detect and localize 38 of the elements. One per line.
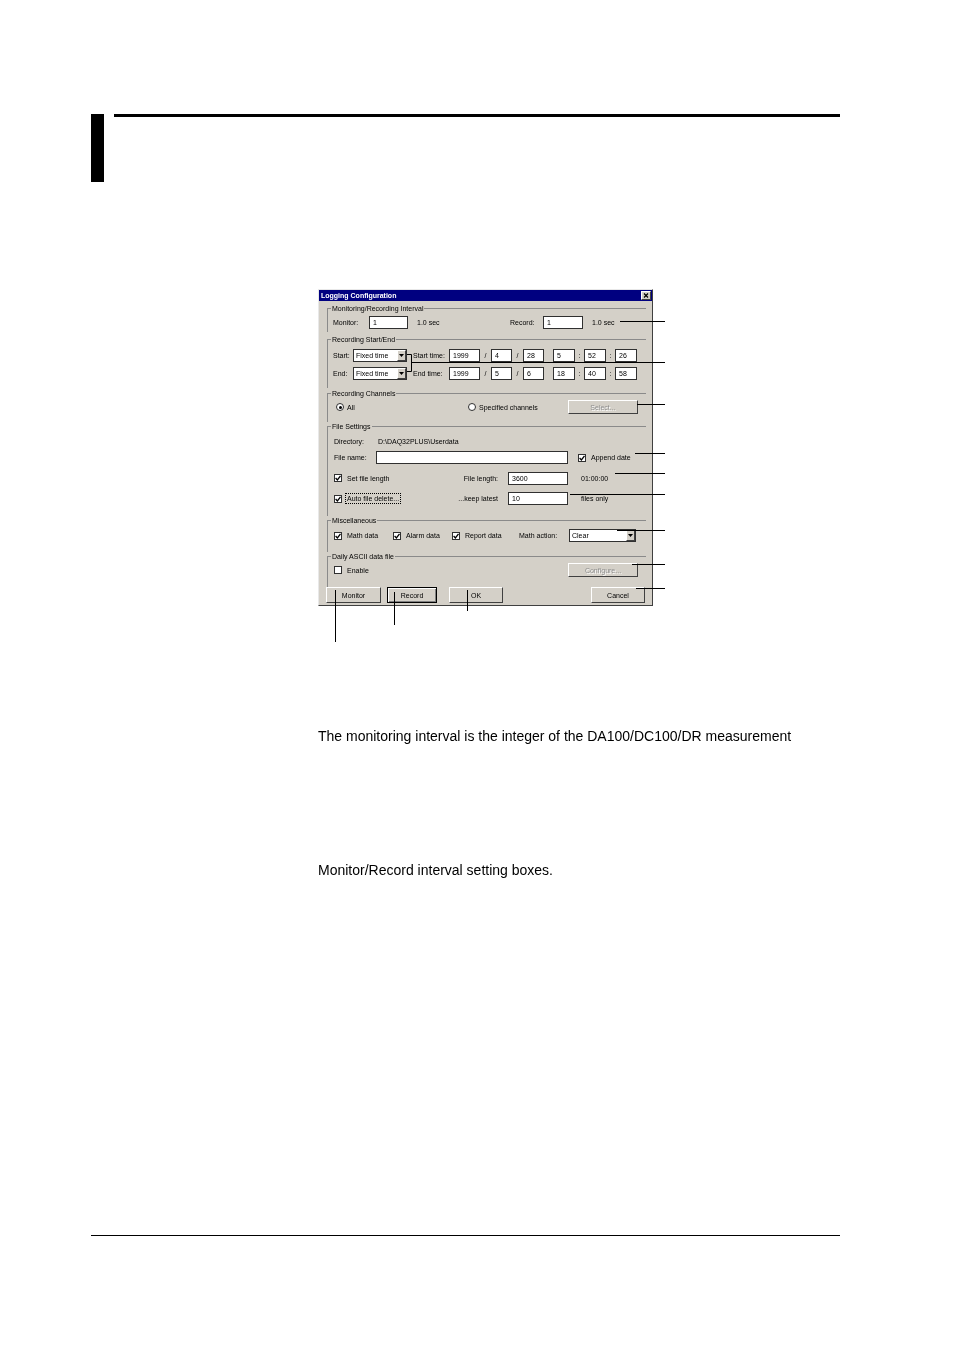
file-name-field[interactable] [376,451,568,464]
leader-line [335,589,336,643]
leader-line [467,589,468,612]
paragraph: The monitoring interval is the integer of the DA100/DC100/DR measurement [318,728,793,744]
dropdown-arrow-button[interactable] [626,530,635,541]
dropdown-arrow-button[interactable] [397,350,406,361]
caret-down-icon [399,354,404,357]
leader-line [631,564,666,565]
leader-line [619,321,666,322]
dot-icon [338,405,342,409]
close-icon [643,293,649,298]
checkmark-icon [335,475,341,481]
caret-down-icon [628,534,633,537]
checkmark-icon [335,495,341,502]
radio-button[interactable] [336,403,344,411]
paragraph: Monitor/Record interval setting boxes. [318,862,554,878]
radio-button[interactable] [468,403,476,411]
dropdown-arrow-button[interactable] [397,368,406,379]
leader-line [635,588,666,589]
checkbox[interactable] [334,531,342,540]
checkmark-icon [453,532,459,539]
checkbox[interactable] [578,453,586,462]
checkbox[interactable] [452,531,460,540]
leader-line [636,404,666,405]
leader-line [634,453,666,454]
checkbox[interactable] [334,566,342,574]
checkmark-icon [394,532,400,539]
caret-down-icon [399,372,404,375]
leader-line [616,530,666,531]
close-button[interactable] [641,291,651,300]
checkbox[interactable] [393,531,401,540]
leader-line [394,591,395,626]
checkbox[interactable] [334,494,342,503]
checkmark-icon [579,454,585,461]
leader-line [614,473,666,474]
checkbox[interactable] [334,474,342,482]
checkmark-icon [335,532,341,539]
section-marker-bar [91,114,104,182]
